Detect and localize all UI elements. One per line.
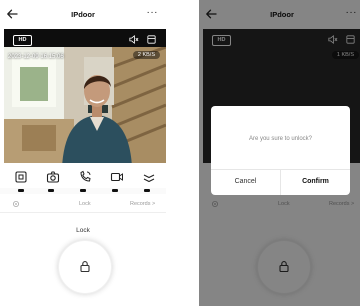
records-link[interactable]: Records > <box>130 201 155 207</box>
screenshot-icon[interactable] <box>14 170 28 184</box>
fullscreen-icon[interactable] <box>146 34 157 45</box>
main-screen: IPdoor ··· HD 2023-12-09 16:15:06 2 KB/S… <box>0 0 166 306</box>
page-title: IPdoor <box>71 10 95 19</box>
live-video[interactable]: HD 2023-12-09 16:15:06 2 KB/S <box>4 29 166 163</box>
lock-label: Lock <box>76 227 90 234</box>
tab-bar: Lock Records > <box>0 197 166 211</box>
speaker-muted-icon[interactable] <box>128 34 139 45</box>
record-icon[interactable] <box>110 170 124 184</box>
padlock-icon <box>80 261 90 273</box>
camera-icon[interactable] <box>46 170 60 184</box>
more-options-button[interactable]: ··· <box>147 7 159 18</box>
expand-icon[interactable] <box>142 170 156 184</box>
camera-feed-image <box>4 47 166 163</box>
snapshot-strip <box>0 188 166 194</box>
cancel-button[interactable]: Cancel <box>211 169 280 195</box>
dialog-message: Are you sure to unlock? <box>248 136 313 142</box>
hd-quality-badge[interactable]: HD <box>13 35 32 46</box>
timestamp: 2023-12-09 16:15:06 <box>8 54 64 60</box>
confirm-screen: IPdoor ··· HD 1 KB/S Lock Records > Are … <box>199 0 360 306</box>
confirm-button[interactable]: Confirm <box>281 169 350 195</box>
call-icon[interactable] <box>78 170 92 184</box>
divider <box>0 212 166 213</box>
tab-lock[interactable]: Lock <box>79 201 91 207</box>
bitrate-badge: 2 KB/S <box>132 51 160 59</box>
unlock-button[interactable] <box>58 240 112 294</box>
unlock-confirm-dialog: Are you sure to unlock? Cancel Confirm <box>211 106 350 195</box>
settings-gear-icon[interactable] <box>12 200 20 208</box>
header: IPdoor ··· <box>0 0 166 30</box>
control-bar <box>0 166 166 188</box>
